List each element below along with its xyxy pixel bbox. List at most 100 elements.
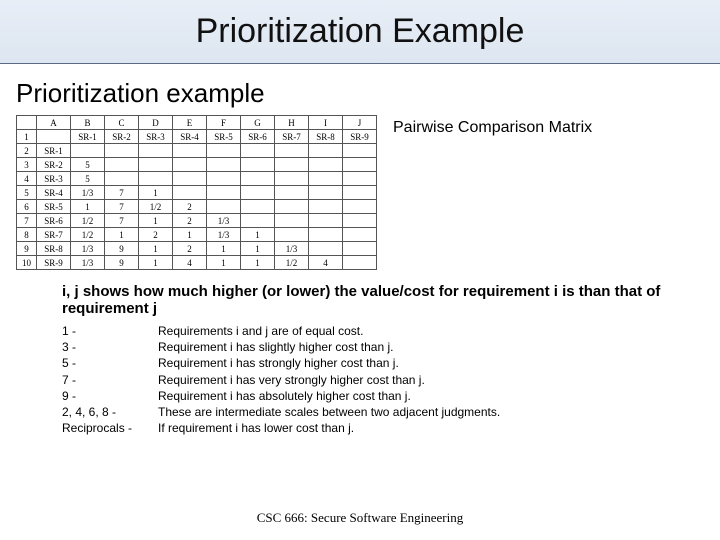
table-cell: 1 [241,228,275,242]
table-row: 3SR-25 [17,158,377,172]
table-cell [207,200,241,214]
table-cell: 1/3 [275,242,309,256]
table-cell: 7 [105,186,139,200]
col-E: E [173,116,207,130]
table-cell [343,228,377,242]
table-cell [105,158,139,172]
table-cell [343,144,377,158]
col-B: B [71,116,105,130]
table-cell: 1/2 [139,200,173,214]
table-cell [275,186,309,200]
table-cell [241,144,275,158]
table-cell: 2 [173,200,207,214]
legend-text: These are intermediate scales between tw… [158,404,500,420]
table-row: 7SR-61/27121/3 [17,214,377,228]
hr-3: SR-2 [105,130,139,144]
table-cell [207,158,241,172]
table-cell: 7 [105,214,139,228]
table-cell [207,144,241,158]
legend: 1 -Requirements i and j are of equal cos… [62,323,704,436]
table-cell: 1/3 [71,256,105,270]
table-cell: 9 [17,242,37,256]
col-F: F [207,116,241,130]
table-cell [71,144,105,158]
table-cell: 5 [17,186,37,200]
table-row: 5SR-41/371 [17,186,377,200]
table-cell: SR-5 [37,200,71,214]
table-cell [207,186,241,200]
title-bar: Prioritization Example [0,0,720,64]
hr-7: SR-6 [241,130,275,144]
col-blank [17,116,37,130]
table-cell: 2 [173,242,207,256]
table-cell: 9 [105,242,139,256]
table-cell: 1 [139,256,173,270]
table-cell [241,172,275,186]
table-cell [343,158,377,172]
legend-key: 7 - [62,372,158,388]
table-cell [343,186,377,200]
explanation: i, j shows how much higher (or lower) th… [62,284,704,317]
subtitle: Prioritization example [16,78,704,109]
legend-key: 5 - [62,355,158,371]
matrix-caption: Pairwise Comparison Matrix [393,119,592,137]
matrix-body: 2SR-13SR-254SR-355SR-41/3716SR-5171/227S… [17,144,377,270]
table-cell [241,158,275,172]
page-title: Prioritization Example [196,12,525,51]
comparison-matrix: A B C D E F G H I J 1 SR-1 SR-2 SR-3 [16,115,377,270]
table-cell [173,186,207,200]
hr-0: 1 [17,130,37,144]
table-cell: 4 [173,256,207,270]
table-cell: SR-4 [37,186,71,200]
table-cell: SR-6 [37,214,71,228]
table-cell: SR-3 [37,172,71,186]
legend-row: 1 -Requirements i and j are of equal cos… [62,323,704,339]
legend-key: 2, 4, 6, 8 - [62,404,158,420]
slide-content: Prioritization example A B C D E F G H I… [0,64,720,436]
table-cell: 1 [241,242,275,256]
hr-1 [37,130,71,144]
table-row: 10SR-91/3914111/24 [17,256,377,270]
legend-row: 2, 4, 6, 8 -These are intermediate scale… [62,404,704,420]
col-I: I [309,116,343,130]
column-letters: A B C D E F G H I J [17,116,377,130]
table-cell [173,158,207,172]
table-cell [309,144,343,158]
table-cell: SR-8 [37,242,71,256]
legend-text: Requirement i has slightly higher cost t… [158,339,393,355]
table-cell [275,144,309,158]
legend-text: Requirement i has very strongly higher c… [158,372,425,388]
table-cell [309,242,343,256]
table-row: 2SR-1 [17,144,377,158]
table-cell: 1 [241,256,275,270]
matrix-area: A B C D E F G H I J 1 SR-1 SR-2 SR-3 [16,115,704,270]
table-cell [275,200,309,214]
table-cell [343,242,377,256]
table-cell [343,214,377,228]
header-row: 1 SR-1 SR-2 SR-3 SR-4 SR-5 SR-6 SR-7 SR-… [17,130,377,144]
legend-key: 1 - [62,323,158,339]
table-cell: 5 [71,158,105,172]
table-row: 6SR-5171/22 [17,200,377,214]
hr-10: SR-9 [343,130,377,144]
table-cell: 6 [17,200,37,214]
legend-row: 3 -Requirement i has slightly higher cos… [62,339,704,355]
table-row: 8SR-71/21211/31 [17,228,377,242]
table-cell [275,158,309,172]
col-D: D [139,116,173,130]
footer: CSC 666: Secure Software Engineering [0,510,720,526]
legend-text: If requirement i has lower cost than j. [158,420,354,436]
table-cell: 4 [17,172,37,186]
table-cell: 8 [17,228,37,242]
table-cell [309,200,343,214]
table-cell [309,228,343,242]
legend-key: Reciprocals - [62,420,158,436]
col-J: J [343,116,377,130]
table-cell [309,158,343,172]
table-cell [241,200,275,214]
col-A: A [37,116,71,130]
table-cell [139,158,173,172]
table-cell [139,144,173,158]
table-cell: 9 [105,256,139,270]
legend-row: 5 -Requirement i has strongly higher cos… [62,355,704,371]
